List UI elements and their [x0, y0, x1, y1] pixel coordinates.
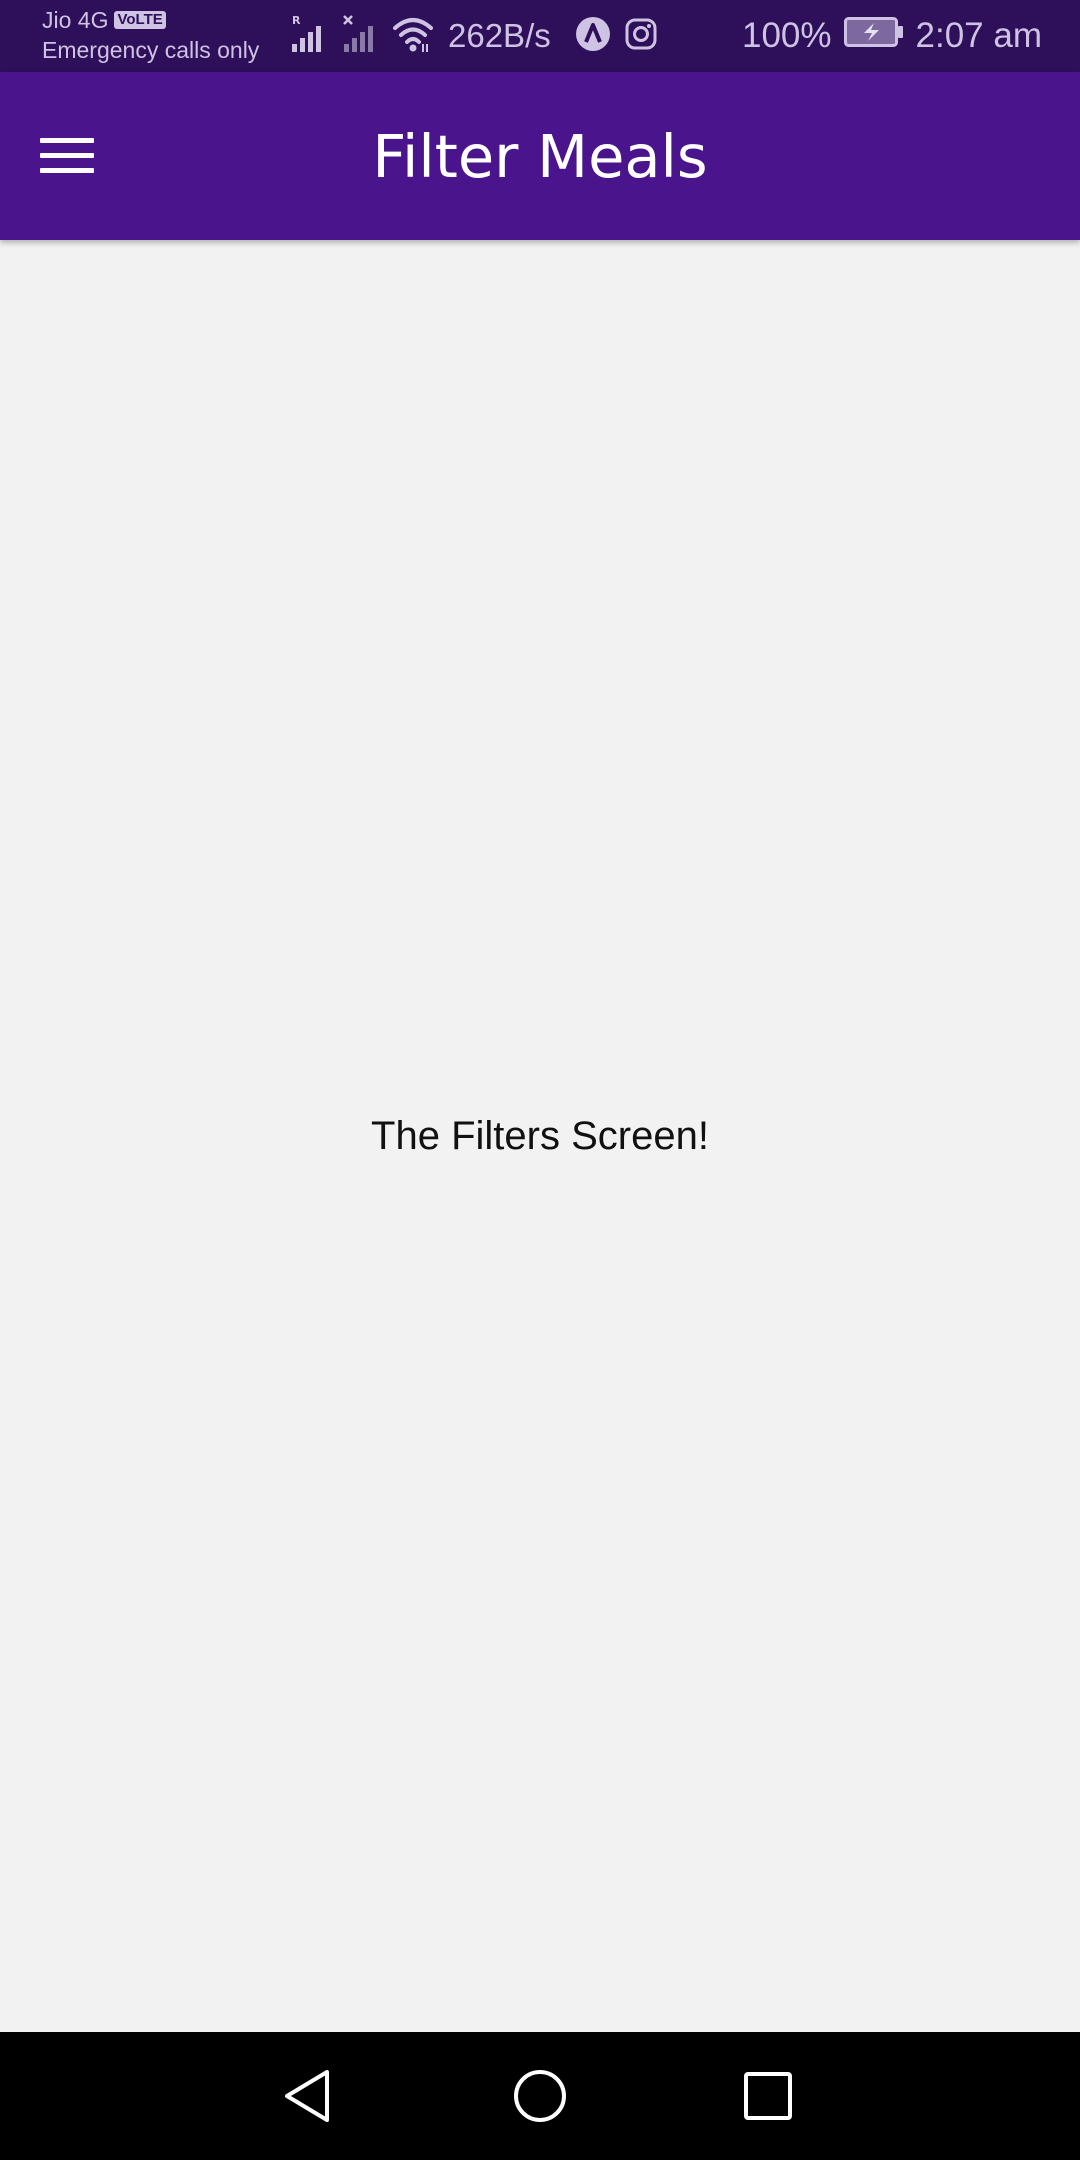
volte-badge: VoLTE: [114, 11, 166, 29]
signal-no-sim-icon: [342, 14, 378, 59]
app-notification-icon: [575, 16, 611, 57]
wifi-icon: [392, 14, 434, 59]
signal-roaming-icon: R: [290, 14, 328, 59]
status-bar: Jio 4G VoLTE Emergency calls only R 262B…: [0, 0, 1080, 72]
app-bar: Filter Meals: [0, 72, 1080, 240]
back-button[interactable]: [268, 2056, 348, 2136]
carrier-name: Jio 4G: [42, 7, 109, 33]
status-right: 100% 2:07 am: [742, 14, 1042, 58]
screen: Jio 4G VoLTE Emergency calls only R 262B…: [0, 0, 1080, 2160]
roaming-marker: R: [292, 14, 301, 27]
home-button[interactable]: [500, 2056, 580, 2136]
carrier-info: Jio 4G VoLTE Emergency calls only: [42, 6, 259, 64]
recents-icon: [744, 2072, 792, 2120]
status-icons: R 262B/s: [290, 14, 671, 58]
back-icon: [285, 2070, 329, 2122]
home-icon: [514, 2070, 566, 2122]
filters-screen-text: The Filters Screen!: [371, 1113, 709, 1158]
clock: 2:07 am: [915, 16, 1042, 55]
net-speed: 262B/s: [448, 17, 551, 54]
emergency-calls-text: Emergency calls only: [42, 37, 260, 63]
page-title: Filter Meals: [372, 121, 708, 191]
main-content: The Filters Screen!: [0, 240, 1080, 2032]
battery-charging-icon: [843, 16, 904, 56]
instagram-icon: [625, 18, 657, 55]
recents-button[interactable]: [728, 2056, 808, 2136]
navigation-bar: [0, 2032, 1080, 2160]
battery-percent: 100%: [742, 16, 832, 55]
